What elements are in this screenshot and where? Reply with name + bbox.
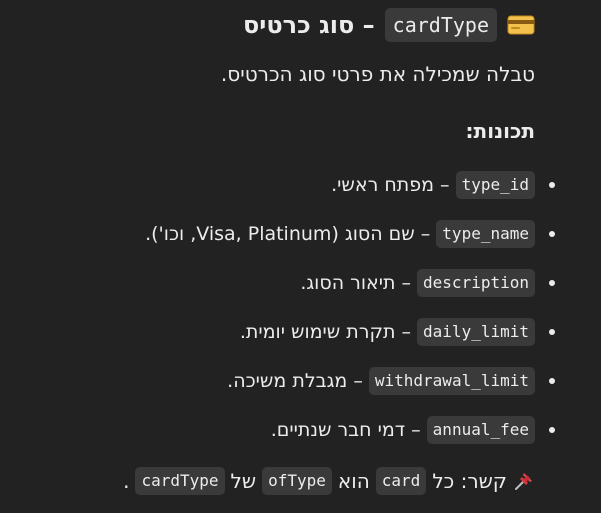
- list-item: type_name – שם הסוג (Visa, Platinum, וכו…: [145, 209, 555, 258]
- bullet: [549, 377, 555, 384]
- relation-word-1: הוא: [337, 469, 370, 493]
- heading-code: cardType: [384, 8, 497, 42]
- property-text: – תקרת שימוש יומית.: [239, 320, 412, 343]
- property-code: type_id: [455, 170, 535, 199]
- property-text: – תיאור הסוג.: [300, 271, 412, 294]
- pushpin-icon: [515, 473, 532, 490]
- heading-text: – סוג כרטיס: [242, 11, 375, 39]
- properties-title: תכונות:: [465, 119, 535, 143]
- property-text: – מגבלת משיכה.: [227, 369, 363, 392]
- description: טבלה שמכילה את פרטי סוג הכרטיס.: [220, 62, 535, 86]
- property-code: daily_limit: [417, 317, 535, 346]
- list-item: daily_limit – תקרת שימוש יומית.: [145, 307, 555, 356]
- credit-card-icon: [507, 15, 535, 35]
- list-item: type_id – מפתח ראשי.: [145, 160, 555, 209]
- bullet: [549, 230, 555, 237]
- section-heading: cardType – סוג כרטיס: [243, 8, 535, 42]
- bullet: [549, 181, 555, 188]
- list-item: description – תיאור הסוג.: [145, 258, 555, 307]
- bullet: [549, 426, 555, 433]
- property-code: withdrawal_limit: [368, 366, 535, 395]
- relation-code-oftype: ofType: [262, 467, 332, 495]
- property-code: annual_fee: [426, 415, 535, 444]
- property-text: – מפתח ראשי.: [331, 173, 450, 196]
- bullet: [549, 279, 555, 286]
- property-text: – דמי חבר שנתיים.: [270, 418, 421, 441]
- list-item: annual_fee – דמי חבר שנתיים.: [145, 405, 555, 454]
- property-code: type_name: [436, 219, 535, 248]
- document-page: cardType – סוג כרטיס טבלה שמכילה את פרטי…: [0, 0, 601, 513]
- list-item: withdrawal_limit – מגבלת משיכה.: [145, 356, 555, 405]
- relation-prefix: קשר: כל: [432, 469, 507, 493]
- property-code: description: [417, 268, 535, 297]
- relation-suffix: .: [123, 469, 130, 493]
- bullet: [549, 328, 555, 335]
- properties-list: type_id – מפתח ראשי. type_name – שם הסוג…: [145, 160, 555, 454]
- relation-code-card: card: [375, 467, 427, 495]
- relation-code-cardtype: cardType: [135, 467, 225, 495]
- relation-line: קשר: כל card הוא ofType של cardType .: [123, 467, 535, 495]
- property-text: – שם הסוג (Visa, Platinum, וכו').: [145, 222, 431, 245]
- relation-word-2: של: [230, 469, 257, 493]
